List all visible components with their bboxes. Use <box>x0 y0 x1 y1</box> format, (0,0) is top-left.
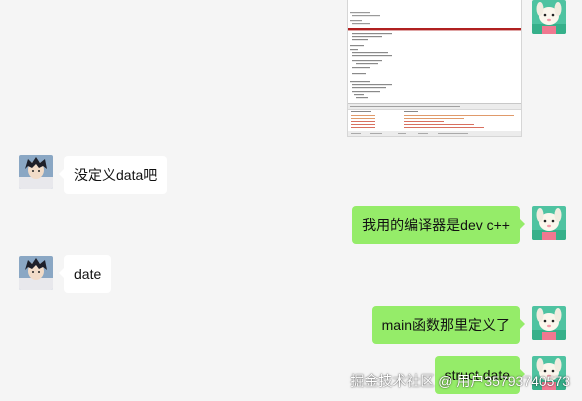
message-text: main函数那里定义了 <box>381 317 510 333</box>
watermark: 掘金技术社区 @ 用户3579374057​3 <box>350 373 570 389</box>
code-editor-thumbnail <box>348 0 521 136</box>
message-text: date <box>74 266 102 282</box>
message-bubble-incoming[interactable]: 没定义data吧 <box>58 156 168 194</box>
self-avatar[interactable] <box>532 206 566 240</box>
self-avatar[interactable] <box>532 306 566 340</box>
other-avatar-icon <box>19 155 53 189</box>
self-avatar-icon <box>532 306 566 340</box>
self-avatar[interactable] <box>532 0 566 34</box>
code-screenshot-image[interactable] <box>347 0 522 137</box>
message-bubble-outgoing[interactable]: main函数那里定义了 <box>371 306 526 344</box>
other-avatar[interactable] <box>19 155 53 189</box>
other-avatar-icon <box>19 256 53 290</box>
message-bubble-incoming[interactable]: date <box>58 255 112 293</box>
self-avatar-icon <box>532 0 566 34</box>
message-text: 我用的编译器是dev c++ <box>362 217 510 233</box>
self-avatar-icon <box>532 206 566 240</box>
message-bubble-outgoing[interactable]: 我用的编译器是dev c++ <box>352 206 525 244</box>
message-text: 没定义data吧 <box>74 167 158 183</box>
other-avatar[interactable] <box>19 256 53 290</box>
